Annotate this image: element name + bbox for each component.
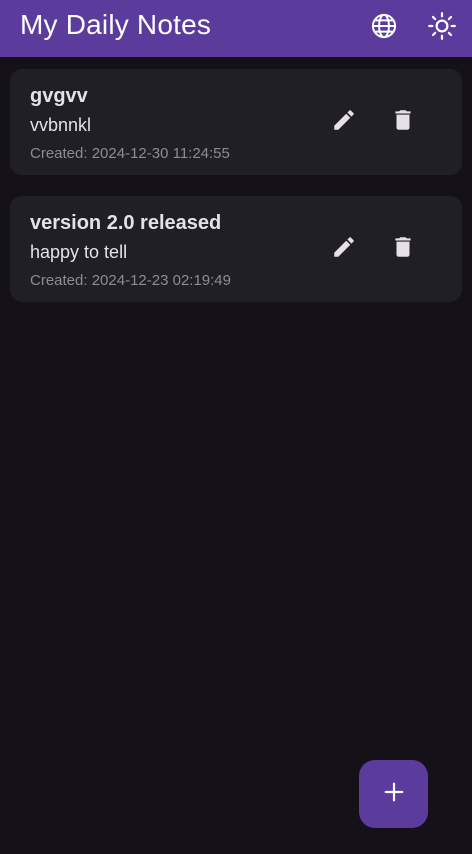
theme-toggle-button[interactable] <box>426 10 458 42</box>
app-bar: My Daily Notes <box>0 0 472 57</box>
note-card[interactable]: version 2.0 released happy to tell Creat… <box>10 196 462 302</box>
note-title: gvgvv <box>30 85 88 107</box>
app-screen: My Daily Notes gvgvv vvbnnkl Created: 20… <box>0 0 472 854</box>
delete-note-button[interactable] <box>388 234 418 264</box>
delete-note-button[interactable] <box>388 107 418 137</box>
plus-icon <box>383 781 405 808</box>
app-title: My Daily Notes <box>20 9 212 40</box>
note-title: version 2.0 released <box>30 212 222 234</box>
notes-list: gvgvv vvbnnkl Created: 2024-12-30 11:24:… <box>10 69 462 323</box>
trash-icon <box>390 234 416 265</box>
edit-note-button[interactable] <box>329 234 359 264</box>
pencil-icon <box>331 107 357 138</box>
note-body: vvbnnkl <box>30 115 92 135</box>
note-card[interactable]: gvgvv vvbnnkl Created: 2024-12-30 11:24:… <box>10 69 462 175</box>
note-body: happy to tell <box>30 242 128 262</box>
edit-note-button[interactable] <box>329 107 359 137</box>
trash-icon <box>390 107 416 138</box>
language-button[interactable] <box>368 10 400 42</box>
add-note-button[interactable] <box>359 760 428 828</box>
note-created-timestamp: Created: 2024-12-30 11:24:55 <box>30 145 230 162</box>
globe-icon <box>370 12 398 40</box>
pencil-icon <box>331 234 357 265</box>
note-created-timestamp: Created: 2024-12-23 02:19:49 <box>30 272 231 289</box>
sun-icon <box>427 11 457 41</box>
